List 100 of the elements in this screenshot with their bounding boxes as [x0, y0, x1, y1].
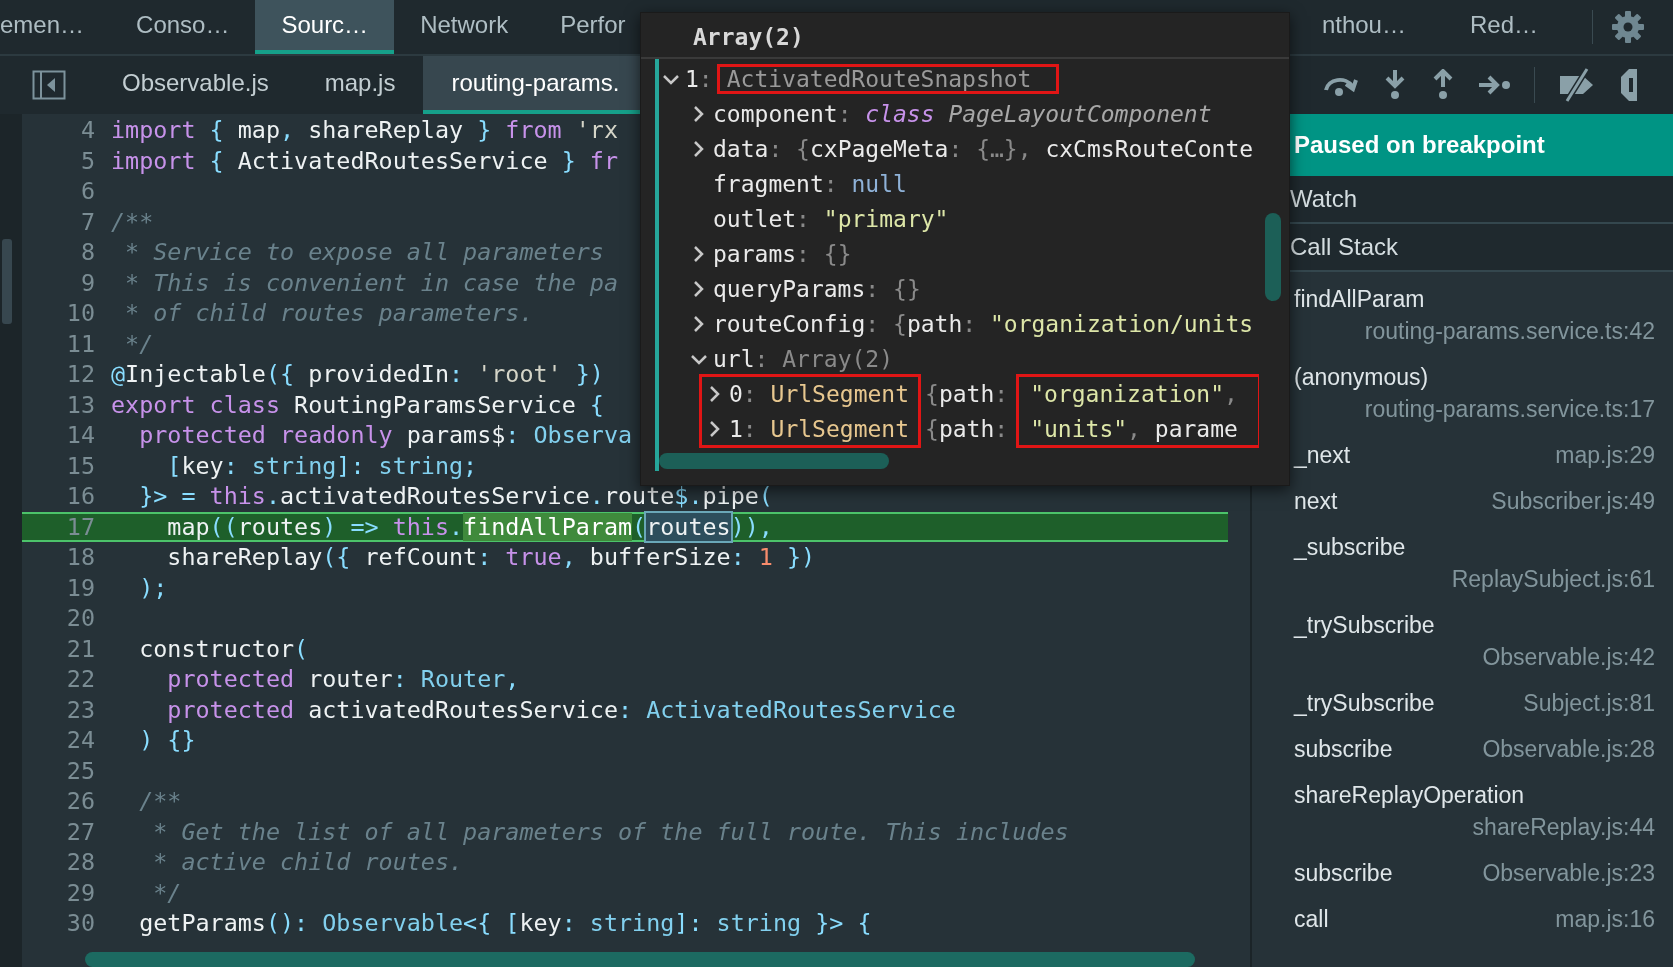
- call-frame[interactable]: shareReplayOperation shareReplay.js:44: [1294, 772, 1655, 850]
- frame-location: Subscriber.js:49: [1491, 487, 1655, 516]
- code-line: [key: string]: string;: [166, 451, 478, 480]
- code-line: );: [138, 573, 168, 602]
- panel-tab[interactable]: Red…: [1437, 0, 1570, 54]
- code-line: /**: [138, 787, 182, 816]
- segment-value: "organization",: [1030, 380, 1238, 407]
- code-line: getParams(): Observable<{ [key: string]: string }> {: [138, 909, 872, 938]
- segment-value: "units", parame: [1030, 415, 1238, 442]
- code-line: protected activatedRoutesService: ActivatedRoutesService: [166, 695, 956, 724]
- code-line: * of child routes parameters.: [124, 299, 534, 328]
- line-number: 15: [65, 451, 96, 480]
- call-frame[interactable]: (anonymous) routing-params.service.ts:17: [1294, 354, 1655, 432]
- scrollbar-thumb[interactable]: [659, 453, 889, 469]
- file-tab[interactable]: Observable.js: [94, 56, 297, 114]
- line-number: 28: [65, 848, 96, 877]
- call-frame[interactable]: findAllParam routing-params.service.ts:42: [1294, 276, 1655, 354]
- frame-location: Observable.js:28: [1482, 735, 1655, 764]
- code-line: */: [124, 329, 154, 358]
- frame-location: Observable.js:42: [1482, 643, 1655, 672]
- code-line: ) {}: [138, 726, 196, 755]
- segment-key: {path:: [925, 380, 1009, 407]
- frame-location: ReplaySubject.js:61: [1451, 565, 1655, 594]
- call-frame[interactable]: _trySubscribe Subject.js:81: [1294, 680, 1655, 726]
- call-frame[interactable]: call map.js:16: [1294, 896, 1655, 942]
- panel-tab[interactable]: emen…: [0, 0, 111, 54]
- frame-location: routing-params.service.ts:42: [1364, 317, 1655, 346]
- line-number: 23: [65, 695, 96, 724]
- scrollbar-thumb[interactable]: [2, 239, 12, 324]
- scrollbar-thumb[interactable]: [85, 952, 1195, 967]
- panel-tab[interactable]: nthou…: [1289, 0, 1438, 54]
- file-tab[interactable]: map.js: [296, 56, 424, 114]
- segment-label: 1: UrlSegment: [729, 415, 910, 442]
- line-number: 25: [65, 756, 96, 785]
- line-number: 18: [65, 543, 96, 572]
- call-frame[interactable]: _next map.js:29: [1294, 432, 1655, 478]
- panel-tab[interactable]: Sourc…: [255, 0, 395, 54]
- function-name: findAllParam: [1294, 285, 1425, 314]
- code-line: constructor(: [138, 634, 309, 663]
- line-number: 11: [65, 329, 96, 358]
- pause-octagon-icon[interactable]: [1619, 68, 1637, 102]
- code-line: export class RoutingParamsService {: [111, 390, 604, 419]
- code-line: import { ActivatedRoutesService } fr: [111, 146, 618, 175]
- line-number: 29: [65, 878, 96, 907]
- call-frame[interactable]: _trySubscribe Observable.js:42: [1294, 602, 1655, 680]
- code-line: */: [152, 878, 182, 907]
- line-number: 12: [65, 360, 96, 389]
- code-line: protected router: Router,: [166, 665, 520, 694]
- line-number: 30: [65, 909, 96, 938]
- code-line: * This is convenient in case the pa: [124, 268, 618, 297]
- function-name: _subscribe: [1294, 533, 1406, 562]
- line-number: 26: [65, 787, 96, 816]
- call-frame[interactable]: _subscribe ReplaySubject.js:61: [1294, 524, 1655, 602]
- frame-location: shareReplay.js:44: [1472, 813, 1655, 842]
- call-frame[interactable]: next Subscriber.js:49: [1294, 478, 1655, 524]
- code-line: protected readonly params$: Observa: [138, 421, 633, 450]
- frame-location: map.js:29: [1555, 441, 1655, 470]
- code-line: import { map, shareReplay } from 'rx: [111, 116, 618, 145]
- segment-key: {path:: [925, 415, 1009, 442]
- sidebar-toggle-icon[interactable]: [32, 70, 66, 100]
- line-number: 17: [65, 512, 96, 541]
- function-name: _next: [1294, 441, 1351, 470]
- function-name: subscribe: [1294, 735, 1393, 764]
- function-name: (anonymous): [1294, 363, 1429, 392]
- settings-icon[interactable]: [1611, 10, 1645, 44]
- line-number: 21: [65, 634, 96, 663]
- code-line: * Service to expose all parameters: [124, 238, 604, 267]
- scrollbar-thumb[interactable]: [1265, 213, 1281, 301]
- property-line: url: Array(2): [713, 345, 894, 372]
- line-number: 27: [65, 817, 96, 846]
- property-line: fragment: null: [713, 170, 907, 197]
- line-number: 6: [79, 177, 96, 206]
- popover-title: Array(2): [641, 13, 1289, 59]
- panel-tab[interactable]: Network: [394, 0, 535, 54]
- property-line: data: {cxPageMeta: {…}, cxCmsRouteConte: [713, 135, 1254, 162]
- line-number: 20: [65, 604, 96, 633]
- line-number: 9: [79, 268, 96, 297]
- code-line: * active child routes.: [152, 848, 464, 877]
- function-name: call: [1294, 905, 1329, 934]
- code-line: /**: [111, 207, 154, 236]
- property-line: routeConfig: {path: "organization/units: [713, 310, 1254, 337]
- frame-location: Subject.js:81: [1523, 689, 1655, 718]
- line-number: 4: [79, 116, 96, 145]
- panel-tab[interactable]: Conso…: [110, 0, 256, 54]
- code-line: map((routes) => this.findAllParam(routes)),: [166, 512, 773, 541]
- line-number: 24: [65, 726, 96, 755]
- property-line: params: {}: [713, 240, 852, 267]
- function-name: subscribe: [1294, 859, 1393, 888]
- line-number: 10: [65, 299, 96, 328]
- property-line: component: class PageLayoutComponent: [713, 100, 1212, 127]
- code-line: shareReplay({ refCount: true, bufferSize: 1 }): [166, 543, 816, 572]
- object-type: ActivatedRouteSnapshot: [718, 65, 1058, 92]
- line-number: 19: [65, 573, 96, 602]
- frame-location: Observable.js:23: [1482, 859, 1655, 888]
- call-frame[interactable]: subscribe Observable.js:23: [1294, 850, 1655, 896]
- line-number: 13: [65, 390, 96, 419]
- frame-location: map.js:16: [1555, 905, 1655, 934]
- call-frame[interactable]: subscribe Observable.js:28: [1294, 726, 1655, 772]
- array-index: 1:: [685, 65, 713, 92]
- line-number: 22: [65, 665, 96, 694]
